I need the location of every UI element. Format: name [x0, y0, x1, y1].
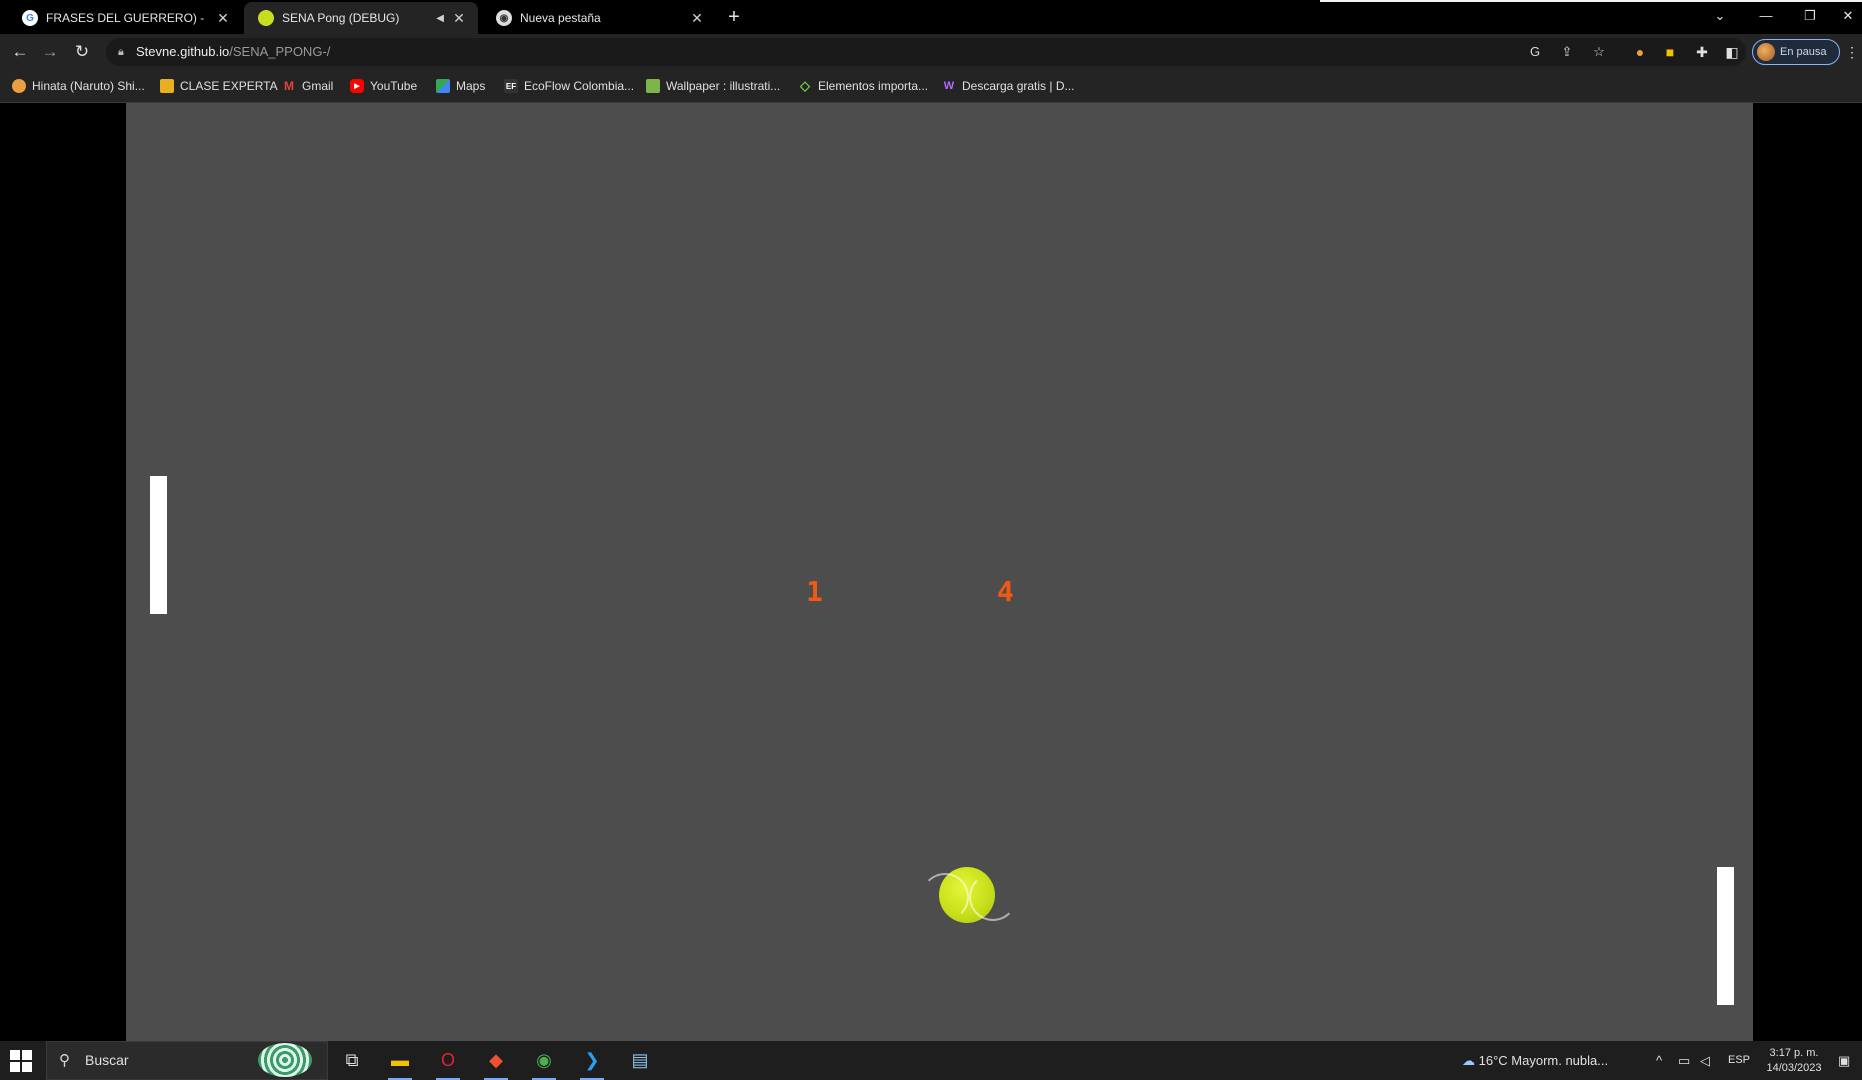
windows-taskbar: ⚲ Buscar ⧉ ▬ O ◆ ◉ ❯ ▤ ☁︎ 16°C Mayorm. n… [0, 1041, 1862, 1080]
tab-nueva-pestana[interactable]: ◉ Nueva pestaña ✕ [482, 2, 716, 34]
profile-button[interactable]: En pausa [1752, 39, 1840, 65]
restore-button[interactable]: ❐ [1790, 4, 1830, 28]
close-tab-icon[interactable]: ✕ [452, 10, 466, 27]
bookmark-gmail[interactable]: M Gmail [282, 77, 333, 95]
notifications-icon[interactable]: ▣ [1838, 1041, 1850, 1080]
taskbar-clock[interactable]: 3:17 p. m. 14/03/2023 [1762, 1046, 1826, 1076]
bookmark-star-icon[interactable]: ☆ [1590, 43, 1608, 61]
bookmark-youtube[interactable]: ▶ YouTube [350, 77, 417, 95]
wallpaper-icon [646, 79, 660, 93]
extensions-puzzle-icon[interactable]: ✚ [1692, 42, 1712, 62]
task-view-icon[interactable]: ⧉ [332, 1041, 372, 1080]
window-top-border [1320, 0, 1862, 2]
bookmark-label: Descarga gratis | D... [962, 79, 1075, 93]
clock-time: 3:17 p. m. [1769, 1047, 1819, 1059]
close-tab-icon[interactable]: ✕ [216, 10, 230, 27]
avatar [1757, 43, 1775, 61]
bookmark-wallpaper[interactable]: Wallpaper : illustrati... [646, 77, 780, 95]
search-icon: ⚲ [59, 1052, 70, 1069]
cloud-icon: ☁︎ [1462, 1053, 1475, 1068]
reload-icon[interactable]: ↻ [70, 40, 94, 64]
url-host: Stevne.github.io [136, 44, 230, 59]
bookmark-label: EcoFlow Colombia... [524, 79, 635, 93]
bookmark-label: Hinata (Naruto) Shi... [32, 79, 145, 93]
pong-canvas[interactable]: 1 4 [126, 103, 1753, 1041]
git-icon[interactable]: ◆ [476, 1041, 516, 1080]
extension-badge-icon[interactable]: ■ [1660, 42, 1680, 62]
tray-chevron-icon[interactable]: ^ [1656, 1041, 1662, 1080]
extension-avatar-icon[interactable]: ● [1630, 42, 1650, 62]
share-icon[interactable]: ⇪ [1558, 43, 1576, 61]
language-indicator[interactable]: ESP [1728, 1041, 1750, 1080]
notepad-icon[interactable]: ▤ [620, 1041, 660, 1080]
youtube-icon: ▶ [350, 79, 364, 93]
weather-text: 16°C Mayorm. nubla... [1478, 1053, 1609, 1068]
tab-frases[interactable]: G FRASES DEL GUERRERO) - Búsqu ✕ [8, 2, 242, 34]
url-path: /SENA_PPONG-/ [229, 44, 331, 59]
bookmark-label: CLASE EXPERTA [180, 79, 278, 93]
bookmark-label: Maps [456, 79, 486, 93]
opera-icon[interactable]: O [428, 1041, 468, 1080]
speaker-icon[interactable]: ◀ [436, 13, 444, 24]
bookmark-elementos[interactable]: ◇ Elementos importa... [798, 77, 928, 95]
bookmark-descarga[interactable]: W Descarga gratis | D... [942, 77, 1075, 95]
tab-title: Nueva pestaña [520, 11, 601, 25]
weather-widget[interactable]: ☁︎ 16°C Mayorm. nubla... [1462, 1041, 1608, 1080]
bookmark-clase-experta[interactable]: CLASE EXPERTA [160, 77, 278, 95]
address-bar[interactable]: 🔒︎ Stevne.github.io/SENA_PPONG-/ G ⇪ ☆ [106, 38, 1746, 66]
tennis-ball [921, 867, 1017, 923]
profile-label: En pausa [1780, 46, 1827, 58]
left-paddle [150, 476, 167, 614]
tab-title: FRASES DEL GUERRERO) - Búsqu [46, 11, 208, 25]
avatar-bookmark-icon [12, 79, 26, 93]
bookmark-label: Elementos importa... [818, 79, 929, 93]
left-score: 1 [806, 575, 823, 608]
ecoflow-icon: EF [504, 79, 518, 93]
windows-start-icon[interactable] [10, 1050, 32, 1072]
clock-date: 14/03/2023 [1766, 1062, 1822, 1074]
forward-arrow-icon[interactable]: → [38, 40, 62, 64]
gmail-icon: M [284, 79, 294, 93]
chrome-icon[interactable]: ◉ [524, 1041, 564, 1080]
page-viewport: 1 4 [0, 103, 1862, 1041]
bookmark-label: Gmail [302, 79, 334, 93]
bookmark-label: YouTube [370, 79, 418, 93]
bookmark-maps[interactable]: Maps [436, 77, 485, 95]
tab-title: SENA Pong (DEBUG) [282, 11, 400, 25]
new-tab-button[interactable]: + [722, 5, 746, 29]
maps-icon [436, 79, 450, 93]
search-highlight-icon[interactable] [258, 1043, 312, 1077]
bookmark-label: Wallpaper : illustrati... [666, 79, 781, 93]
google-icon: G [22, 10, 38, 26]
menu-kebab-icon[interactable]: ⋮ [1845, 42, 1859, 62]
lock-icon[interactable]: 🔒︎ [118, 38, 124, 66]
folder-icon [160, 79, 174, 93]
bookmark-ecoflow[interactable]: EF EcoFlow Colombia... [504, 77, 634, 95]
chrome-icon: ◉ [496, 10, 512, 26]
side-panel-icon[interactable]: ◧ [1722, 42, 1742, 62]
bookmarks-bar: Hinata (Naruto) Shi... CLASE EXPERTA M G… [0, 70, 1862, 103]
file-explorer-icon[interactable]: ▬ [380, 1041, 420, 1080]
network-icon[interactable]: ▭ [1678, 1041, 1690, 1080]
diamond-icon: ◇ [800, 78, 810, 93]
w-logo-icon: W [943, 80, 955, 92]
minimize-button[interactable]: — [1746, 4, 1786, 28]
tab-search-icon[interactable]: ⌄ [1700, 4, 1740, 28]
close-window-button[interactable]: ✕ [1834, 4, 1862, 28]
volume-icon[interactable]: ◁ [1700, 1041, 1710, 1080]
tennis-ball-icon [258, 10, 274, 26]
vscode-icon[interactable]: ❯ [572, 1041, 612, 1080]
tab-strip: G FRASES DEL GUERRERO) - Búsqu ✕ SENA Po… [0, 0, 1862, 34]
browser-toolbar: ← → ↻ 🔒︎ Stevne.github.io/SENA_PPONG-/ G… [0, 34, 1862, 70]
close-tab-icon[interactable]: ✕ [690, 10, 704, 27]
right-paddle [1717, 867, 1734, 1005]
back-arrow-icon[interactable]: ← [8, 40, 32, 64]
right-score: 4 [997, 575, 1014, 608]
tab-sena-pong[interactable]: SENA Pong (DEBUG) ◀ ✕ [244, 2, 478, 34]
google-lens-icon[interactable]: G [1526, 43, 1544, 61]
bookmark-hinata[interactable]: Hinata (Naruto) Shi... [12, 77, 145, 95]
search-placeholder: Buscar [85, 1052, 129, 1068]
